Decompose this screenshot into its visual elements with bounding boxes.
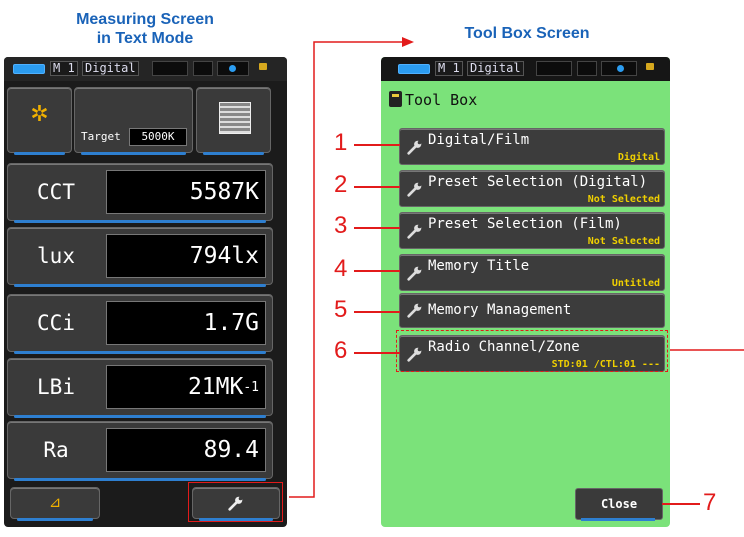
measure-mode-button[interactable]: ⊿ <box>10 487 100 521</box>
measurement-value: 5587K <box>106 170 266 214</box>
menu-item-value: Not Selected <box>587 236 660 247</box>
menu-item-label: Preset Selection (Digital) <box>428 174 648 190</box>
page-title: Tool Box <box>405 91 478 109</box>
callout-line <box>662 503 700 505</box>
display-mode-button[interactable] <box>196 87 271 155</box>
measurement-label: CCi <box>37 311 75 335</box>
callout-line <box>354 270 400 272</box>
sun-icon: ✲ <box>30 102 49 127</box>
measurement-row[interactable]: CCT 5587K <box>7 163 273 223</box>
measuring-screen: M 1 Digital ✲ Target 5000K CCT 5587K lux… <box>4 57 287 527</box>
callout-line <box>354 311 400 313</box>
callout-2: 2 <box>334 171 348 198</box>
radio-channel-highlight <box>396 330 668 372</box>
menu-item-label: Digital/Film <box>428 132 530 148</box>
mode-indicator: Digital <box>82 61 139 76</box>
menu-item-memory-title[interactable]: Memory Title Untitled <box>399 254 665 291</box>
status-slot-1 <box>152 61 188 76</box>
measurement-value: 89.4 <box>106 428 266 472</box>
callout-1: 1 <box>334 129 348 156</box>
lock-icon <box>259 63 267 70</box>
grid-icon <box>219 102 251 134</box>
battery-icon <box>13 64 45 74</box>
callout-line <box>354 352 400 354</box>
battery-icon <box>398 64 430 74</box>
triangle-icon: ⊿ <box>48 493 62 511</box>
status-slot-2 <box>193 61 213 76</box>
menu-item-label: Preset Selection (Film) <box>428 216 622 232</box>
measurement-value: 21MK -1 <box>106 365 266 409</box>
wrench-icon <box>407 182 422 197</box>
measurement-row[interactable]: CCi 1.7G <box>7 294 273 354</box>
memory-indicator: M 1 <box>50 61 78 76</box>
measurement-label: LBi <box>37 375 75 399</box>
tool-box-screen: M 1 Digital Tool Box Digital/Film Digita… <box>381 57 670 527</box>
measurement-value: 1.7G <box>106 301 266 345</box>
status-slot-1 <box>536 61 572 76</box>
callout-5: 5 <box>334 296 348 323</box>
menu-item-label: Memory Title <box>428 258 530 274</box>
wrench-icon <box>407 224 422 239</box>
radio-icon <box>617 65 624 72</box>
menu-item-preset-digital[interactable]: Preset Selection (Digital) Not Selected <box>399 170 665 207</box>
target-panel[interactable]: Target 5000K <box>74 87 193 155</box>
status-bar: M 1 Digital <box>381 57 670 81</box>
radio-icon <box>229 65 236 72</box>
tool-box-icon <box>389 91 402 107</box>
menu-item-memory-management[interactable]: Memory Management <box>399 293 665 328</box>
menu-item-digital-film[interactable]: Digital/Film Digital <box>399 128 665 165</box>
menu-item-value: Untitled <box>611 278 660 289</box>
measurement-value-main: 21MK <box>187 374 244 400</box>
callout-line <box>354 186 400 188</box>
close-button[interactable]: Close <box>575 488 663 520</box>
tool-box-button-highlight <box>188 482 283 522</box>
mode-indicator: Digital <box>467 61 524 76</box>
measurement-label: Ra <box>43 438 69 462</box>
measurement-value-exponent: -1 <box>243 379 259 395</box>
target-label: Target <box>81 130 121 143</box>
callout-line <box>354 227 400 229</box>
menu-item-preset-film[interactable]: Preset Selection (Film) Not Selected <box>399 212 665 249</box>
wrench-icon <box>407 140 422 155</box>
wrench-icon <box>407 303 422 318</box>
callout-3: 3 <box>334 212 348 239</box>
status-bar: M 1 Digital <box>4 57 287 81</box>
measurement-row[interactable]: Ra 89.4 <box>7 421 273 481</box>
measurement-row[interactable]: lux 794lx <box>7 227 273 287</box>
measurement-label: CCT <box>37 180 75 204</box>
menu-item-label: Memory Management <box>428 302 572 318</box>
menu-item-value: Not Selected <box>587 194 660 205</box>
wrench-icon <box>407 266 422 281</box>
menu-item-value: Digital <box>617 152 660 163</box>
callout-line <box>354 144 400 146</box>
status-slot-2 <box>577 61 597 76</box>
callout-6: 6 <box>334 337 348 364</box>
measurement-row[interactable]: LBi 21MK -1 <box>7 358 273 418</box>
target-value: 5000K <box>129 128 187 146</box>
callout-4: 4 <box>334 255 348 282</box>
measurement-value: 794lx <box>106 234 266 278</box>
close-underline <box>581 518 655 521</box>
callout-7: 7 <box>703 489 717 516</box>
memory-indicator: M 1 <box>435 61 463 76</box>
lock-icon <box>646 63 654 70</box>
measurement-label: lux <box>37 244 75 268</box>
light-source-button[interactable]: ✲ <box>7 87 72 155</box>
